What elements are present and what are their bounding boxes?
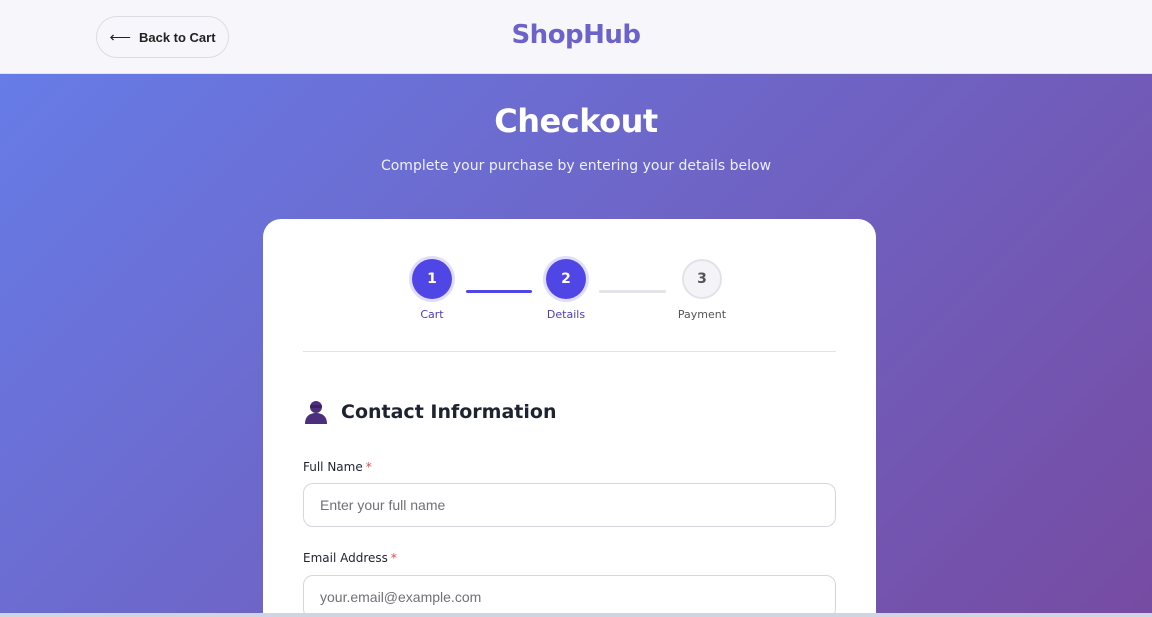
bottom-edge [0, 613, 1152, 617]
page-title: Checkout [494, 102, 658, 140]
required-mark: * [390, 551, 397, 565]
email-label: Email Address * [303, 551, 397, 565]
full-name-input[interactable] [303, 483, 836, 527]
step-details[interactable]: 2 Details [526, 259, 606, 321]
page-subtitle: Complete your purchase by entering your … [380, 158, 772, 174]
full-name-label-text: Full Name [303, 460, 363, 474]
user-icon [303, 399, 329, 425]
step-label: Cart [420, 308, 444, 321]
top-bar: ⟵ Back to Cart ShopHub [0, 0, 1152, 74]
contact-section-header: Contact Information [303, 399, 556, 425]
step-label: Payment [677, 308, 727, 321]
required-mark: * [365, 460, 372, 474]
divider [303, 351, 836, 352]
step-number: 2 [546, 259, 586, 299]
step-connector-2 [599, 290, 666, 293]
step-number: 1 [412, 259, 452, 299]
step-payment[interactable]: 3 Payment [662, 259, 742, 321]
step-label: Details [546, 308, 586, 321]
section-title: Contact Information [341, 401, 557, 423]
logo[interactable]: ShopHub [0, 20, 1152, 50]
progress-steps: 1 Cart 2 Details 3 Payment [263, 219, 876, 359]
step-connector-1 [466, 290, 532, 293]
full-name-label: Full Name * [303, 460, 372, 474]
step-number: 3 [682, 259, 722, 299]
step-cart[interactable]: 1 Cart [392, 259, 472, 321]
email-input[interactable] [303, 575, 836, 617]
email-label-text: Email Address [303, 551, 388, 565]
checkout-card: 1 Cart 2 Details 3 Payment Contact Infor… [263, 219, 876, 617]
